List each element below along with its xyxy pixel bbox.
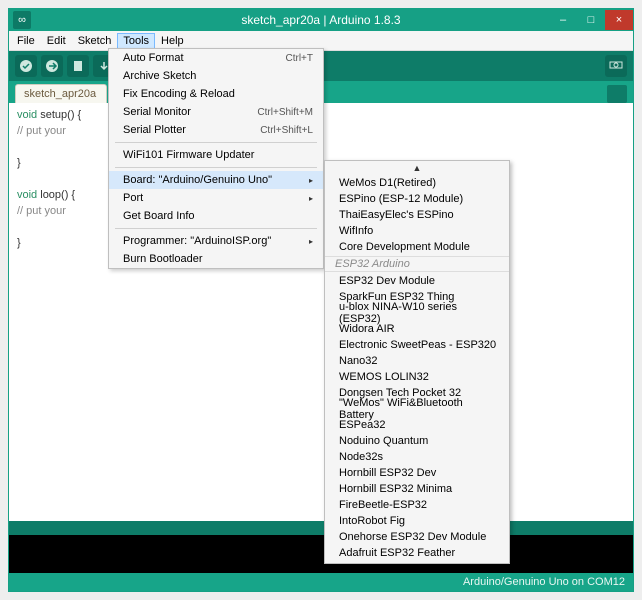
- close-button[interactable]: ×: [605, 10, 633, 30]
- board-category: ESP32 Arduino: [325, 256, 509, 272]
- menu-port[interactable]: Port▸: [109, 189, 323, 207]
- submenu-arrow-icon: ▸: [309, 237, 313, 246]
- titlebar: ∞ sketch_apr20a | Arduino 1.8.3 – □ ×: [9, 9, 633, 31]
- minimize-button[interactable]: –: [549, 10, 577, 30]
- board-item[interactable]: WeMos D1(Retired): [325, 175, 509, 191]
- console: [9, 535, 633, 573]
- upload-button[interactable]: [41, 55, 63, 77]
- serial-monitor-button[interactable]: [605, 55, 627, 77]
- separator: [115, 228, 317, 229]
- menu-get-board-info[interactable]: Get Board Info: [109, 207, 323, 225]
- scroll-up-icon[interactable]: ▲: [325, 163, 509, 175]
- board-item[interactable]: WEMOS LOLIN32: [325, 369, 509, 385]
- menu-programmer[interactable]: Programmer: "ArduinoISP.org"▸: [109, 232, 323, 250]
- board-item[interactable]: WifInfo: [325, 223, 509, 239]
- board-item[interactable]: Core Development Module: [325, 239, 509, 255]
- menu-archive-sketch[interactable]: Archive Sketch: [109, 67, 323, 85]
- board-item[interactable]: Noduino Quantum: [325, 433, 509, 449]
- board-item[interactable]: FireBeetle-ESP32: [325, 497, 509, 513]
- status-text: Arduino/Genuino Uno on COM12: [463, 576, 625, 588]
- menu-edit[interactable]: Edit: [41, 33, 72, 49]
- separator: [115, 167, 317, 168]
- menu-serial-monitor[interactable]: Serial MonitorCtrl+Shift+M: [109, 103, 323, 121]
- menu-wifi-updater[interactable]: WiFi101 Firmware Updater: [109, 146, 323, 164]
- new-button[interactable]: [67, 55, 89, 77]
- board-item[interactable]: Hornbill ESP32 Minima: [325, 481, 509, 497]
- menu-board[interactable]: Board: "Arduino/Genuino Uno"▸: [109, 171, 323, 189]
- window-title: sketch_apr20a | Arduino 1.8.3: [9, 13, 633, 27]
- tab-menu-button[interactable]: [607, 85, 627, 103]
- board-item[interactable]: ESPino (ESP-12 Module): [325, 191, 509, 207]
- menu-file[interactable]: File: [11, 33, 41, 49]
- maximize-button[interactable]: □: [577, 10, 605, 30]
- board-item[interactable]: Adafruit ESP32 Feather: [325, 545, 509, 561]
- menu-burn-bootloader[interactable]: Burn Bootloader: [109, 250, 323, 268]
- sketch-tab[interactable]: sketch_apr20a: [15, 84, 107, 103]
- menu-auto-format[interactable]: Auto FormatCtrl+T: [109, 49, 323, 67]
- submenu-arrow-icon: ▸: [309, 194, 313, 203]
- board-item[interactable]: Hornbill ESP32 Dev: [325, 465, 509, 481]
- board-item[interactable]: Node32s: [325, 449, 509, 465]
- board-item[interactable]: ESP32 Dev Module: [325, 273, 509, 289]
- menu-tools[interactable]: Tools: [117, 33, 155, 49]
- verify-button[interactable]: [15, 55, 37, 77]
- board-item[interactable]: ThaiEasyElec's ESPino: [325, 207, 509, 223]
- tools-menu: Auto FormatCtrl+T Archive Sketch Fix Enc…: [108, 48, 324, 269]
- submenu-arrow-icon: ▸: [309, 176, 313, 185]
- status-bar: Arduino/Genuino Uno on COM12: [9, 573, 633, 591]
- board-item[interactable]: Electronic SweetPeas - ESP320: [325, 337, 509, 353]
- board-item[interactable]: Nano32: [325, 353, 509, 369]
- menu-fix-encoding[interactable]: Fix Encoding & Reload: [109, 85, 323, 103]
- separator: [115, 142, 317, 143]
- menu-serial-plotter[interactable]: Serial PlotterCtrl+Shift+L: [109, 121, 323, 139]
- board-item[interactable]: IntoRobot Fig: [325, 513, 509, 529]
- message-bar: [9, 521, 633, 535]
- board-item[interactable]: "WeMos" WiFi&Bluetooth Battery: [325, 401, 509, 417]
- menu-sketch[interactable]: Sketch: [72, 33, 118, 49]
- board-item[interactable]: u-blox NINA-W10 series (ESP32): [325, 305, 509, 321]
- menu-help[interactable]: Help: [155, 33, 190, 49]
- board-submenu: ▲ WeMos D1(Retired)ESPino (ESP-12 Module…: [324, 160, 510, 564]
- board-item[interactable]: Onehorse ESP32 Dev Module: [325, 529, 509, 545]
